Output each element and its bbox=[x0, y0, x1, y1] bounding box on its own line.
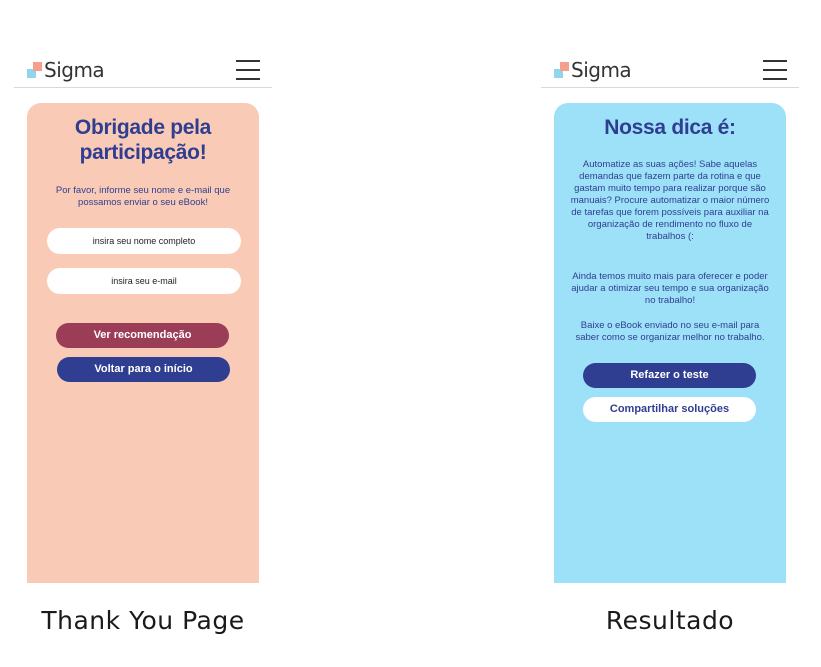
back-to-start-button[interactable]: Voltar para o início bbox=[57, 357, 230, 382]
thank-you-screen: Sigma Obrigade pela participação! Por fa… bbox=[14, 0, 274, 667]
name-input[interactable] bbox=[47, 228, 241, 254]
logo-text: Sigma bbox=[44, 58, 105, 82]
retake-test-button[interactable]: Refazer o teste bbox=[583, 363, 756, 388]
result-screen: Sigma Nossa dica é: Automatize as suas a… bbox=[541, 0, 801, 667]
logo-text: Sigma bbox=[571, 58, 632, 82]
see-recommendation-button[interactable]: Ver recomendação bbox=[56, 323, 229, 348]
hamburger-menu-icon[interactable] bbox=[236, 60, 262, 80]
result-card: Nossa dica é: Automatize as suas ações! … bbox=[554, 103, 786, 583]
email-input[interactable] bbox=[47, 268, 241, 294]
page-subtitle: Por favor, informe seu nome e e-mail que… bbox=[55, 185, 231, 208]
tip-paragraph: Automatize as suas ações! Sabe aquelas d… bbox=[570, 159, 770, 242]
info-paragraph: Ainda temos muito mais para oferecer e p… bbox=[571, 271, 769, 306]
hamburger-menu-icon[interactable] bbox=[763, 60, 789, 80]
page-title: Obrigade pela participação! bbox=[74, 116, 212, 164]
screen-caption: Thank You Page bbox=[41, 606, 245, 635]
page-title: Nossa dica é: bbox=[604, 116, 736, 139]
screen-caption: Resultado bbox=[605, 606, 735, 635]
sigma-logo[interactable]: Sigma bbox=[554, 58, 632, 82]
sigma-logo[interactable]: Sigma bbox=[27, 58, 105, 82]
header: Sigma bbox=[541, 56, 799, 88]
ebook-paragraph: Baixe o eBook enviado no seu e-mail para… bbox=[575, 320, 765, 343]
thank-you-card: Obrigade pela participação! Por favor, i… bbox=[27, 103, 259, 583]
logo-mark-icon bbox=[554, 61, 570, 79]
share-solutions-button[interactable]: Compartilhar soluções bbox=[583, 397, 756, 422]
header: Sigma bbox=[14, 56, 272, 88]
logo-mark-icon bbox=[27, 61, 43, 79]
